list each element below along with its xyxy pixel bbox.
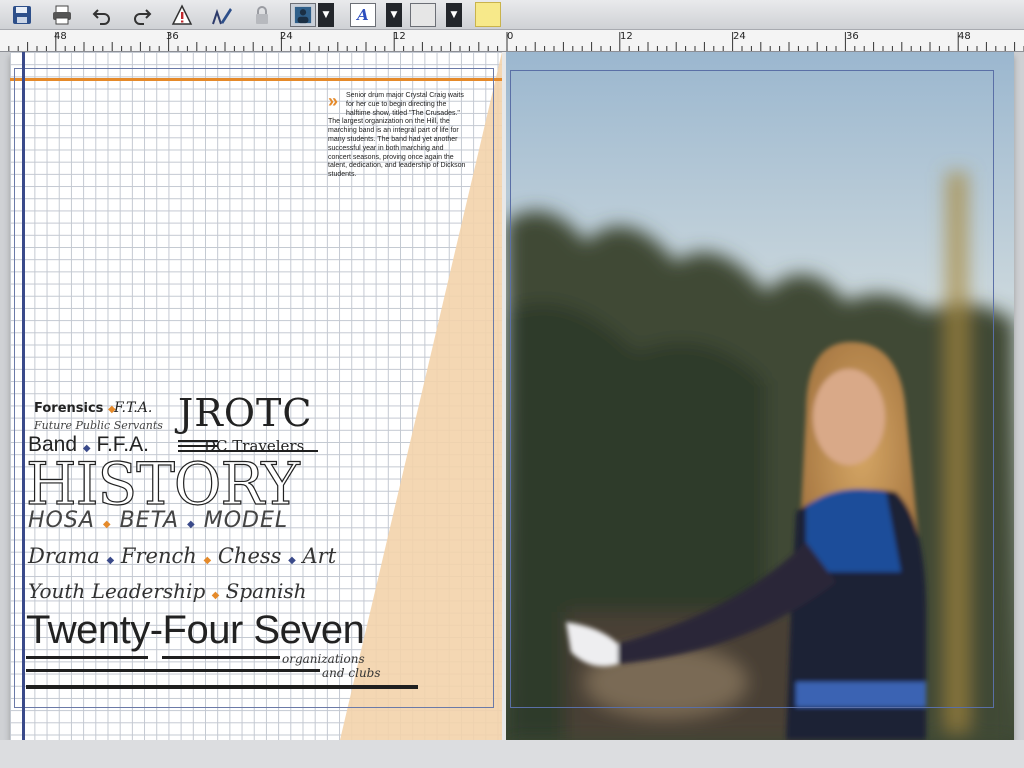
ruler-label: 0 bbox=[507, 31, 514, 42]
save-icon[interactable] bbox=[10, 3, 34, 27]
toolbar: ▼ A ▼ ▼ bbox=[0, 0, 1024, 30]
chevron-right-icon: » bbox=[328, 91, 339, 111]
margin-guide bbox=[510, 70, 994, 708]
title-underline bbox=[162, 656, 280, 659]
redo-icon[interactable] bbox=[130, 3, 154, 27]
fill-color-dropdown[interactable]: ▼ bbox=[446, 3, 462, 27]
word-forensics[interactable]: Forensics ◆ bbox=[34, 401, 116, 416]
left-blue-rule bbox=[22, 52, 25, 740]
page-spread[interactable]: » Senior drum major Crystal Craig waits … bbox=[10, 52, 1014, 740]
word-youth-spanish[interactable]: Youth Leadership ◆ Spanish bbox=[28, 579, 307, 603]
title-underline bbox=[26, 685, 418, 689]
subtitle-organizations[interactable]: organizations bbox=[282, 652, 365, 666]
sticky-note-icon[interactable] bbox=[475, 2, 501, 27]
picture-color-dropdown[interactable]: ▼ bbox=[318, 3, 334, 27]
spread-title[interactable]: Twenty-Four Seven bbox=[26, 608, 365, 653]
caption-body: The largest organization on the Hill, th… bbox=[328, 118, 466, 179]
title-underline bbox=[26, 669, 320, 672]
person-icon bbox=[294, 6, 312, 24]
ruler-label: 24 bbox=[733, 31, 746, 42]
ruler-label: 12 bbox=[393, 31, 406, 42]
picture-color-swatch[interactable] bbox=[290, 3, 316, 27]
pen-tool-icon[interactable] bbox=[210, 3, 234, 27]
horizontal-ruler[interactable]: 48 36 24 12 0 12 24 36 48 bbox=[0, 30, 1024, 52]
word-drama-french-chess-art[interactable]: Drama ◆ French ◆ Chess ◆ Art bbox=[28, 544, 336, 568]
right-page[interactable] bbox=[506, 52, 1014, 740]
canvas-workspace[interactable]: » Senior drum major Crystal Craig waits … bbox=[0, 52, 1024, 768]
subtitle-and-clubs[interactable]: and clubs bbox=[322, 666, 381, 680]
word-jrotc[interactable]: JROTC bbox=[178, 391, 312, 435]
layout-app: ▼ A ▼ ▼ 48 36 24 12 0 12 24 36 48 » Seni… bbox=[0, 0, 1024, 768]
ruler-label: 12 bbox=[620, 31, 633, 42]
bottom-scroll-area[interactable] bbox=[0, 740, 1024, 768]
ruler-label: 48 bbox=[958, 31, 971, 42]
caption-lead: Senior drum major Crystal Craig waits fo… bbox=[346, 92, 464, 117]
left-page[interactable]: » Senior drum major Crystal Craig waits … bbox=[10, 52, 502, 740]
print-icon[interactable] bbox=[50, 3, 74, 27]
word-future-public-servants[interactable]: Future Public Servants bbox=[34, 419, 163, 432]
photo-caption[interactable]: » Senior drum major Crystal Craig waits … bbox=[328, 92, 466, 180]
word-hosa-beta-model[interactable]: HOSA ◆ BETA ◆ MODEL bbox=[28, 508, 288, 533]
word-fta[interactable]: F.T.A. bbox=[114, 400, 152, 416]
spellcheck-icon[interactable] bbox=[170, 3, 194, 27]
ruler-label: 24 bbox=[280, 31, 293, 42]
text-color-dropdown[interactable]: ▼ bbox=[386, 3, 402, 27]
title-underline bbox=[26, 656, 148, 659]
lock-icon[interactable] bbox=[250, 3, 274, 27]
text-color-swatch[interactable]: A bbox=[350, 3, 376, 27]
ruler-label: 36 bbox=[846, 31, 859, 42]
ruler-label: 36 bbox=[166, 31, 179, 42]
ruler-label: 48 bbox=[54, 31, 67, 42]
text-color-glyph: A bbox=[357, 6, 369, 24]
fill-color-swatch[interactable] bbox=[410, 3, 436, 27]
undo-icon[interactable] bbox=[90, 3, 114, 27]
